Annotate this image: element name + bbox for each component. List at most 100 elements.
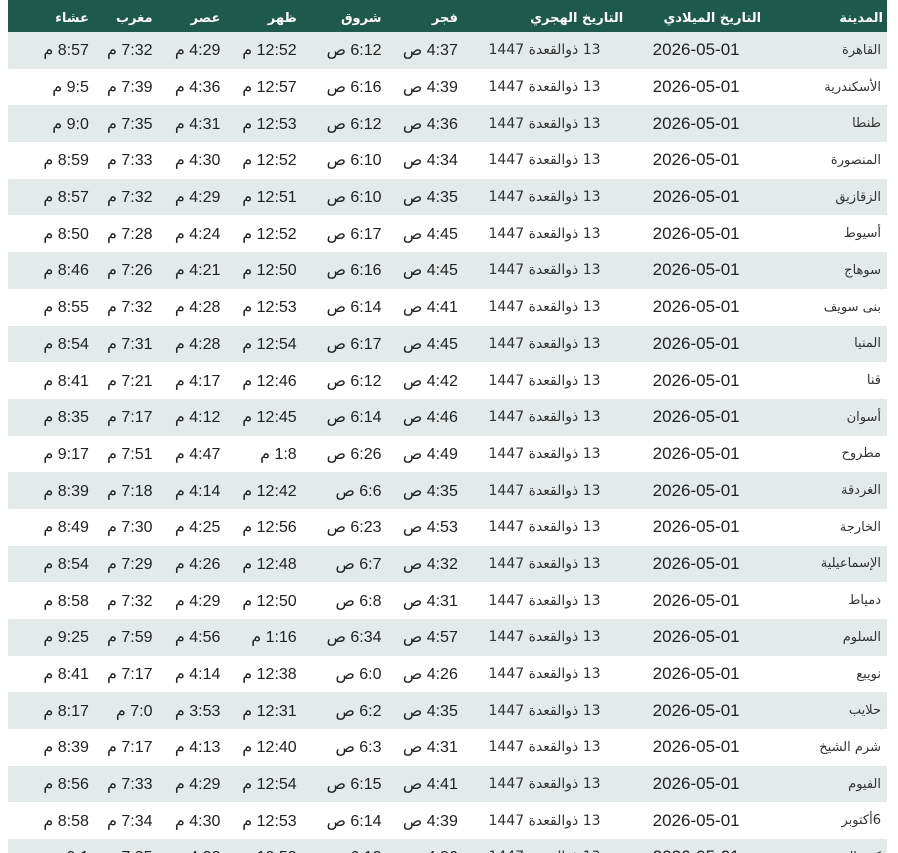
maghrib-time-cell: 7:17 م	[92, 655, 157, 693]
table-row: الغردقة 2026-05-01 13 ذوالقعدة 1447 4:35 ص6…	[8, 472, 887, 509]
city-cell: 6أكتوبر	[765, 802, 887, 840]
asr-time-cell: 4:28 م	[156, 288, 225, 326]
isha-time-cell: 9:17 م	[8, 435, 93, 473]
isha-time-cell: 8:39 م	[8, 729, 93, 766]
hijri-date-cell: 13 ذوالقعدة 1447	[461, 325, 628, 363]
gregorian-date-cell: 2026-05-01	[627, 288, 766, 326]
shuruq-time-cell: 6:14 ص	[300, 398, 386, 436]
dhuhr-time-cell: 12:52 م	[224, 142, 301, 179]
city-cell: حلايب	[765, 692, 887, 730]
table-row: الإسماعيلية 2026-05-01 13 ذوالقعدة 1447 4:3…	[8, 545, 887, 583]
dhuhr-time-cell: 1:16 م	[224, 619, 301, 656]
gregorian-date-cell: 2026-05-01	[627, 729, 766, 766]
shuruq-time-cell: 6:16 ص	[300, 68, 386, 106]
gregorian-date-cell: 2026-05-01	[627, 398, 766, 436]
fajr-time-cell: 4:49 ص	[385, 435, 462, 473]
asr-time-cell: 4:56 م	[156, 619, 225, 656]
maghrib-time-cell: 7:51 م	[92, 435, 157, 473]
dhuhr-time-cell: 12:42 م	[224, 472, 301, 509]
fajr-time-cell: 4:39 ص	[385, 68, 462, 106]
dhuhr-time-cell: 12:53 م	[224, 288, 301, 326]
isha-time-cell: 9:0 م	[8, 105, 93, 143]
hijri-date-cell: 13 ذوالقعدة 1447	[461, 142, 628, 179]
shuruq-time-cell: 6:14 ص	[300, 288, 386, 326]
maghrib-time-cell: 7:39 م	[92, 68, 157, 106]
table-row: الفيوم 2026-05-01 13 ذوالقعدة 1447 4:41 ص 6:…	[8, 765, 887, 803]
fajr-time-cell: 4:39 ص	[385, 802, 462, 840]
gregorian-date-cell: 2026-05-01	[627, 252, 766, 289]
fajr-time-cell: 4:31 ص	[385, 729, 462, 766]
city-cell: نويبع	[765, 655, 887, 693]
table-row: سوهاج 2026-05-01 13 ذوالقعدة 1447 4:45 ص 6:1…	[8, 252, 887, 289]
hijri-date-cell: 13 ذوالقعدة 1447	[461, 839, 628, 853]
shuruq-time-cell: 6:12 ص	[300, 105, 386, 143]
dhuhr-time-cell: 12:51 م	[224, 178, 301, 216]
gregorian-date-cell: 2026-05-01	[627, 178, 766, 216]
dhuhr-time-cell: 12:50 م	[224, 252, 301, 289]
city-cell: سوهاج	[765, 252, 887, 289]
hijri-date-cell: 13 ذوالقعدة 1447	[461, 435, 628, 473]
maghrib-time-cell: 7:21 م	[92, 362, 157, 399]
city-cell: الغردقة	[765, 472, 887, 509]
isha-time-cell: 8:57 م	[8, 178, 93, 216]
asr-time-cell: 4:29 م	[156, 765, 225, 803]
city-cell: الأسكندرية	[765, 68, 887, 106]
table-body: القاهرة 2026-05-01 13 ذوالقعدة 1447 4:37 ص6…	[8, 32, 887, 853]
table-row: نويبع 2026-05-01 13 ذوالقعدة 1447 4:26 ص 6:0…	[8, 655, 887, 693]
fajr-time-cell: 4:36 ص	[385, 105, 462, 143]
table-row: 6أكتوبر 2026-05-01 13 ذوالقعدة 1447 4:39 ص6…	[8, 802, 887, 840]
isha-time-cell: 8:56 م	[8, 765, 93, 803]
shuruq-time-cell: 6:17 ص	[300, 215, 386, 253]
maghrib-time-cell: 7:26 م	[92, 252, 157, 289]
isha-time-cell: 9:25 م	[8, 619, 93, 656]
shuruq-time-cell: 6:26 ص	[300, 435, 386, 473]
asr-time-cell: 4:30 م	[156, 802, 225, 840]
isha-time-cell: 8:17 م	[8, 692, 93, 730]
shuruq-time-cell: 6:2 ص	[300, 692, 386, 730]
table-row: الخارجة 2026-05-01 13 ذوالقعدة 1447 4:53 ص6…	[8, 508, 887, 546]
isha-time-cell: 8:59 م	[8, 142, 93, 179]
table-row: أسيوط 2026-05-01 13 ذوالقعدة 1447 4:45 ص 6:1…	[8, 215, 887, 253]
header-gregorian-date: التاريخ الميلادي	[627, 0, 766, 32]
city-cell: المنصورة	[765, 142, 887, 179]
asr-time-cell: 4:29 م	[156, 178, 225, 216]
gregorian-date-cell: 2026-05-01	[627, 582, 766, 619]
isha-time-cell: 8:41 م	[8, 362, 93, 399]
fajr-time-cell: 4:45 ص	[385, 252, 462, 289]
gregorian-date-cell: 2026-05-01	[627, 105, 766, 143]
dhuhr-time-cell: 12:54 م	[224, 765, 301, 803]
fajr-time-cell: 4:41 ص	[385, 765, 462, 803]
table-header-row: المدينة التاريخ الميلادي التاريخ الهجري …	[8, 0, 887, 32]
table-row: الزقازيق 2026-05-01 13 ذوالقعدة 1447 4:35 ص…	[8, 178, 887, 216]
gregorian-date-cell: 2026-05-01	[627, 68, 766, 106]
hijri-date-cell: 13 ذوالقعدة 1447	[461, 68, 628, 106]
hijri-date-cell: 13 ذوالقعدة 1447	[461, 32, 628, 69]
table-row: المنصورة 2026-05-01 13 ذوالقعدة 1447 4:34 ص…	[8, 142, 887, 179]
table-row: قنا 2026-05-01 13 ذوالقعدة 1447 4:42 ص 6:12 …	[8, 362, 887, 399]
maghrib-time-cell: 7:33 م	[92, 142, 157, 179]
asr-time-cell: 4:25 م	[156, 508, 225, 546]
gregorian-date-cell: 2026-05-01	[627, 472, 766, 509]
hijri-date-cell: 13 ذوالقعدة 1447	[461, 362, 628, 399]
city-cell: المنيا	[765, 325, 887, 363]
fajr-time-cell: 4:42 ص	[385, 362, 462, 399]
hijri-date-cell: 13 ذوالقعدة 1447	[461, 655, 628, 693]
asr-time-cell: 4:31 م	[156, 105, 225, 143]
dhuhr-time-cell: 12:31 م	[224, 692, 301, 730]
city-cell: الإسماعيلية	[765, 545, 887, 583]
dhuhr-time-cell: 12:38 م	[224, 655, 301, 693]
table-row: الأسكندرية 2026-05-01 13 ذوالقعدة 1447 4:39…	[8, 68, 887, 106]
shuruq-time-cell: 6:15 ص	[300, 765, 386, 803]
city-cell: أسيوط	[765, 215, 887, 253]
header-hijri-date: التاريخ الهجري	[461, 0, 628, 32]
shuruq-time-cell: 6:12 ص	[300, 32, 386, 69]
page: المدينة التاريخ الميلادي التاريخ الهجري …	[0, 0, 898, 853]
header-fajr: فجر	[385, 0, 462, 32]
dhuhr-time-cell: 12:52 م	[224, 32, 301, 69]
shuruq-time-cell: 6:12 ص	[300, 362, 386, 399]
maghrib-time-cell: 7:32 م	[92, 32, 157, 69]
hijri-date-cell: 13 ذوالقعدة 1447	[461, 545, 628, 583]
asr-time-cell: 4:29 م	[156, 32, 225, 69]
gregorian-date-cell: 2026-05-01	[627, 619, 766, 656]
maghrib-time-cell: 7:33 م	[92, 765, 157, 803]
